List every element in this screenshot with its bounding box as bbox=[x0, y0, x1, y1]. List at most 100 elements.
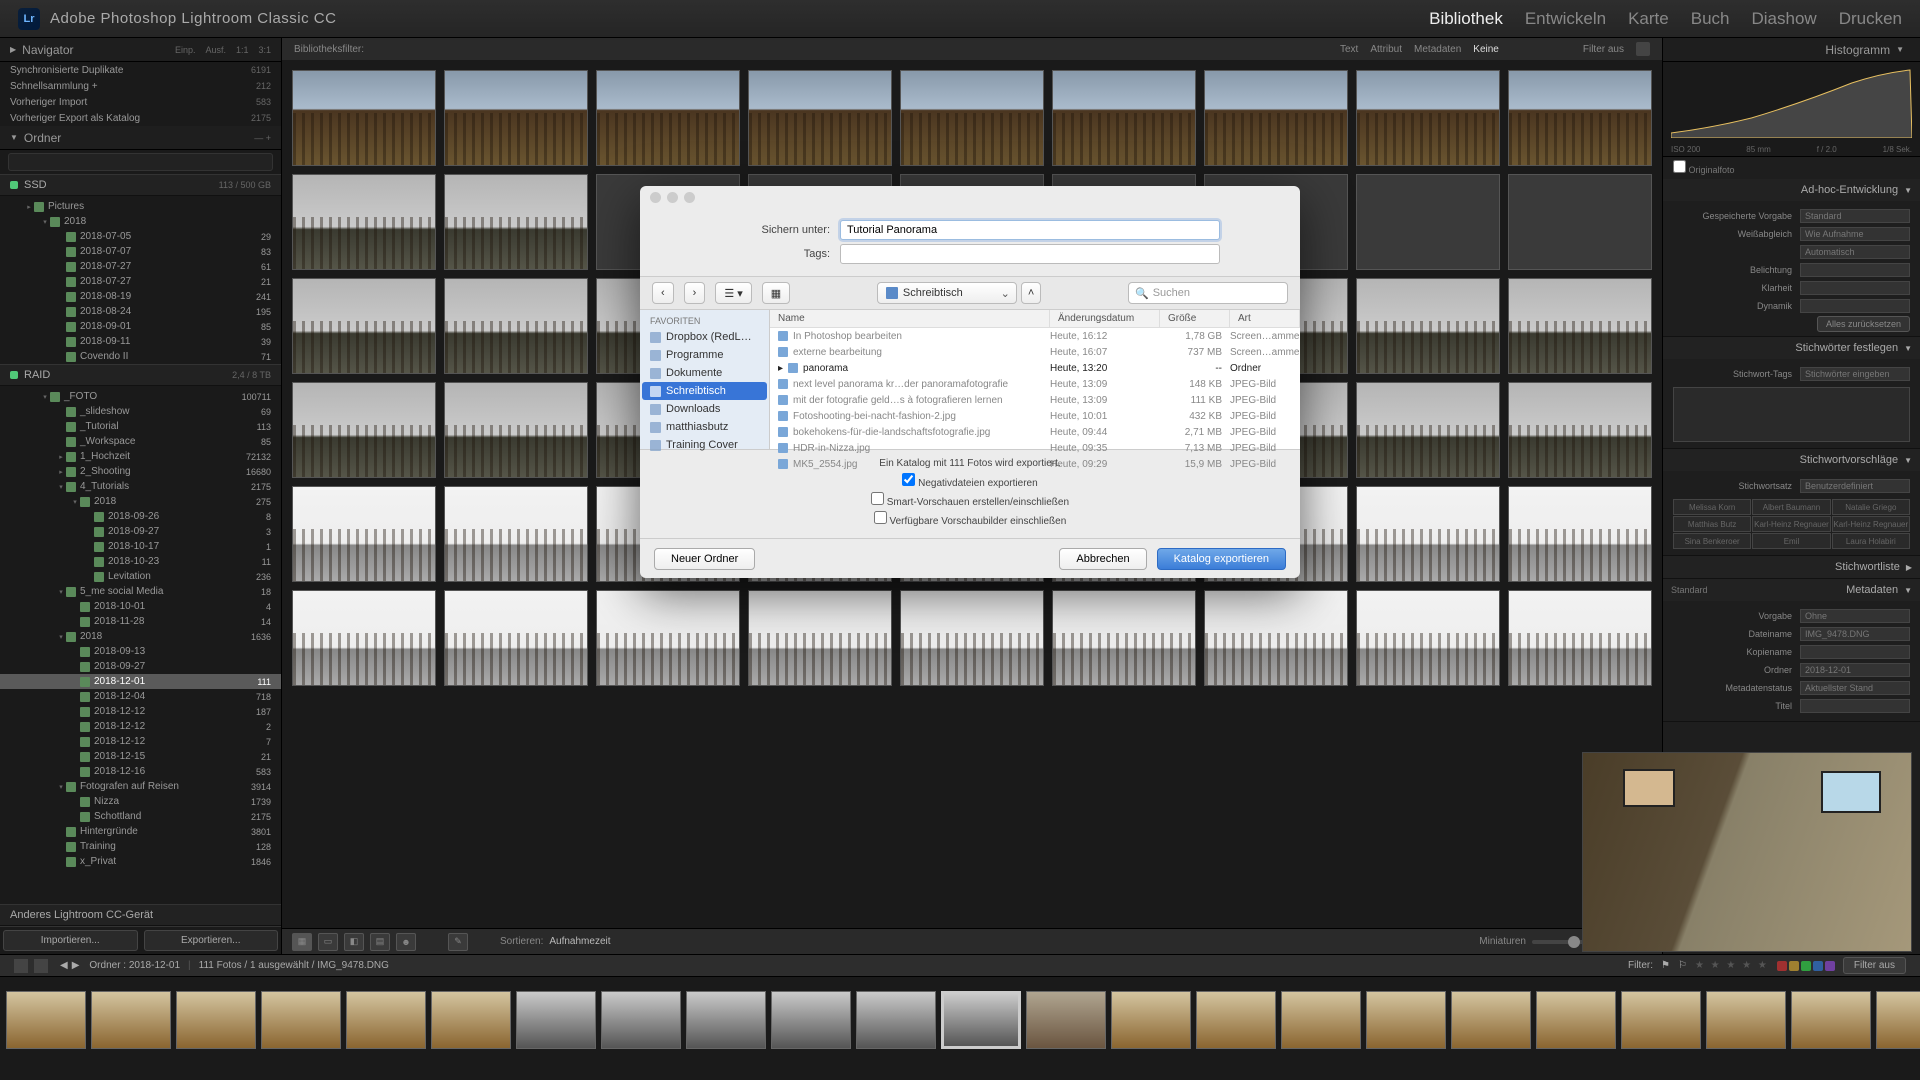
thumbnail-cell[interactable] bbox=[444, 70, 588, 166]
keyword-suggestion[interactable]: Laura Holabiri bbox=[1832, 533, 1910, 549]
nav-3-1[interactable]: 3:1 bbox=[258, 45, 271, 55]
module-develop[interactable]: Entwickeln bbox=[1525, 9, 1606, 29]
people-view-icon[interactable]: ☻ bbox=[396, 933, 416, 951]
viewmode-button[interactable]: ☰ ▾ bbox=[715, 282, 751, 304]
module-book[interactable]: Buch bbox=[1691, 9, 1730, 29]
filter-none[interactable]: Keine bbox=[1473, 44, 1499, 55]
filmstrip-thumb[interactable] bbox=[6, 991, 86, 1049]
folder-row[interactable]: Hintergründe3801 bbox=[0, 824, 281, 839]
import-button[interactable]: Importieren... bbox=[3, 930, 138, 951]
thumbnail-cell[interactable] bbox=[1356, 590, 1500, 686]
filmstrip-thumb[interactable] bbox=[771, 991, 851, 1049]
keyword-suggestion[interactable]: Natalie Griego bbox=[1832, 499, 1910, 515]
sort-value[interactable]: Aufnahmezeit bbox=[549, 936, 610, 947]
folder-row[interactable]: 2018-12-127 bbox=[0, 734, 281, 749]
keyword-suggestion[interactable]: Emil bbox=[1752, 533, 1830, 549]
grid-view-icon[interactable]: ▦ bbox=[292, 933, 312, 951]
thumbnail-cell[interactable] bbox=[1356, 278, 1500, 374]
filmstrip-thumb[interactable] bbox=[1536, 991, 1616, 1049]
keyword-textarea[interactable] bbox=[1673, 387, 1910, 442]
thumbnail-cell[interactable] bbox=[596, 70, 740, 166]
folder-row[interactable]: 2018-07-0529 bbox=[0, 229, 281, 244]
keyword-suggestion[interactable]: Sina Benkeroer bbox=[1673, 533, 1751, 549]
col-type[interactable]: Art bbox=[1230, 310, 1300, 327]
metadata-value[interactable]: Ohne bbox=[1800, 609, 1910, 623]
folder-row[interactable]: 2018-12-16583 bbox=[0, 764, 281, 779]
reset-all-button[interactable]: Alles zurücksetzen bbox=[1817, 316, 1910, 332]
thumbnail-cell[interactable] bbox=[1508, 382, 1652, 478]
catalog-item[interactable]: Synchronisierte Duplikate6191 bbox=[0, 62, 281, 78]
folders-header[interactable]: ▼ Ordner — + bbox=[0, 126, 281, 150]
filmstrip[interactable] bbox=[0, 976, 1920, 1062]
filmstrip-thumb[interactable] bbox=[941, 991, 1021, 1049]
qdev-value[interactable] bbox=[1800, 299, 1910, 313]
filter-off[interactable]: Filter aus bbox=[1583, 44, 1624, 55]
filmstrip-thumb[interactable] bbox=[346, 991, 426, 1049]
folder-row[interactable]: 2018-09-268 bbox=[0, 509, 281, 524]
keysugg-header[interactable]: Stichwortvorschläge▼ bbox=[1663, 449, 1920, 471]
folder-row[interactable]: ▾ 5_me social Media18 bbox=[0, 584, 281, 599]
filmstrip-thumb[interactable] bbox=[1876, 991, 1920, 1049]
folder-row[interactable]: 2018-07-2761 bbox=[0, 259, 281, 274]
opt-negatives[interactable]: Negativdateien exportieren bbox=[640, 473, 1300, 492]
folder-row[interactable]: Training128 bbox=[0, 839, 281, 854]
keyword-suggestion[interactable]: Karl-Heinz Regnauer bbox=[1832, 516, 1910, 532]
filmstrip-thumb[interactable] bbox=[91, 991, 171, 1049]
col-size[interactable]: Größe bbox=[1160, 310, 1230, 327]
filter-off-button[interactable]: Filter aus bbox=[1843, 957, 1906, 974]
folder-row[interactable]: ▸ 2_Shooting16680 bbox=[0, 464, 281, 479]
thumbnail-cell[interactable] bbox=[1052, 70, 1196, 166]
keywords-header[interactable]: Stichwörter festlegen▼ bbox=[1663, 337, 1920, 359]
filmstrip-thumb[interactable] bbox=[1026, 991, 1106, 1049]
metadata-value[interactable] bbox=[1800, 645, 1910, 659]
filmstrip-thumb[interactable] bbox=[1791, 991, 1871, 1049]
painter-icon[interactable]: ✎ bbox=[448, 933, 468, 951]
filmstrip-thumb[interactable] bbox=[1706, 991, 1786, 1049]
thumbnail-cell[interactable] bbox=[444, 278, 588, 374]
location-select[interactable]: Schreibtisch bbox=[877, 282, 1017, 304]
nav-fwd-button[interactable]: › bbox=[684, 282, 706, 304]
file-row[interactable]: bokehokens-für-die-landschaftsfotografie… bbox=[770, 424, 1300, 440]
thumbnail-cell[interactable] bbox=[1204, 70, 1348, 166]
secondary-monitor-icon[interactable] bbox=[34, 959, 48, 973]
other-device[interactable]: Anderes Lightroom CC-Gerät bbox=[0, 904, 281, 926]
file-row[interactable]: next level panorama kr…der panoramafotog… bbox=[770, 376, 1300, 392]
col-name[interactable]: Name bbox=[770, 310, 1050, 327]
thumbnail-cell[interactable] bbox=[292, 382, 436, 478]
thumbnail-cell[interactable] bbox=[1204, 590, 1348, 686]
folder-row[interactable]: ▾ 4_Tutorials2175 bbox=[0, 479, 281, 494]
thumbnail-cell[interactable] bbox=[292, 70, 436, 166]
filmstrip-thumb[interactable] bbox=[1281, 991, 1361, 1049]
filmstrip-thumb[interactable] bbox=[176, 991, 256, 1049]
file-row[interactable]: In Photoshop bearbeiten Heute, 16:121,78… bbox=[770, 328, 1300, 344]
file-row[interactable]: mit der fotografie geld…s à fotografiere… bbox=[770, 392, 1300, 408]
qdev-value[interactable]: Wie Aufnahme bbox=[1800, 227, 1910, 241]
tags-input[interactable] bbox=[840, 244, 1220, 264]
dialog-search-input[interactable]: 🔍 Suchen bbox=[1128, 282, 1288, 304]
folder-row[interactable]: ▸ 1_Hochzeit72132 bbox=[0, 449, 281, 464]
keyword-suggestion[interactable]: Melissa Korn bbox=[1673, 499, 1751, 515]
folder-row[interactable]: _Workspace85 bbox=[0, 434, 281, 449]
filmstrip-thumb[interactable] bbox=[856, 991, 936, 1049]
grid-icon-small[interactable] bbox=[14, 959, 28, 973]
volume-ssd[interactable]: SSD 113 / 500 GB bbox=[0, 174, 281, 196]
thumbnail-cell[interactable] bbox=[444, 486, 588, 582]
keyword-suggestion[interactable]: Karl-Heinz Regnauer bbox=[1752, 516, 1830, 532]
folder-row[interactable]: 2018-07-2721 bbox=[0, 274, 281, 289]
nav-1-1[interactable]: 1:1 bbox=[236, 45, 249, 55]
minimize-window-icon[interactable] bbox=[667, 192, 678, 203]
thumbnail-cell[interactable] bbox=[1508, 174, 1652, 270]
module-print[interactable]: Drucken bbox=[1839, 9, 1902, 29]
filter-lock-icon[interactable] bbox=[1636, 42, 1650, 56]
keylist-header[interactable]: Stichwortliste▶ bbox=[1663, 556, 1920, 578]
filmstrip-thumb[interactable] bbox=[686, 991, 766, 1049]
metadata-value[interactable]: IMG_9478.DNG bbox=[1800, 627, 1910, 641]
thumbnail-cell[interactable] bbox=[1356, 70, 1500, 166]
folder-row[interactable]: 2018-09-273 bbox=[0, 524, 281, 539]
file-row[interactable]: Fotoshooting-bei-nacht-fashion-2.jpg Heu… bbox=[770, 408, 1300, 424]
folder-row[interactable]: 2018-11-2814 bbox=[0, 614, 281, 629]
thumbnail-cell[interactable] bbox=[292, 174, 436, 270]
thumbnail-cell[interactable] bbox=[1508, 590, 1652, 686]
sidebar-location[interactable]: Dokumente bbox=[640, 364, 769, 382]
folder-row[interactable]: ▾ 2018 bbox=[0, 214, 281, 229]
